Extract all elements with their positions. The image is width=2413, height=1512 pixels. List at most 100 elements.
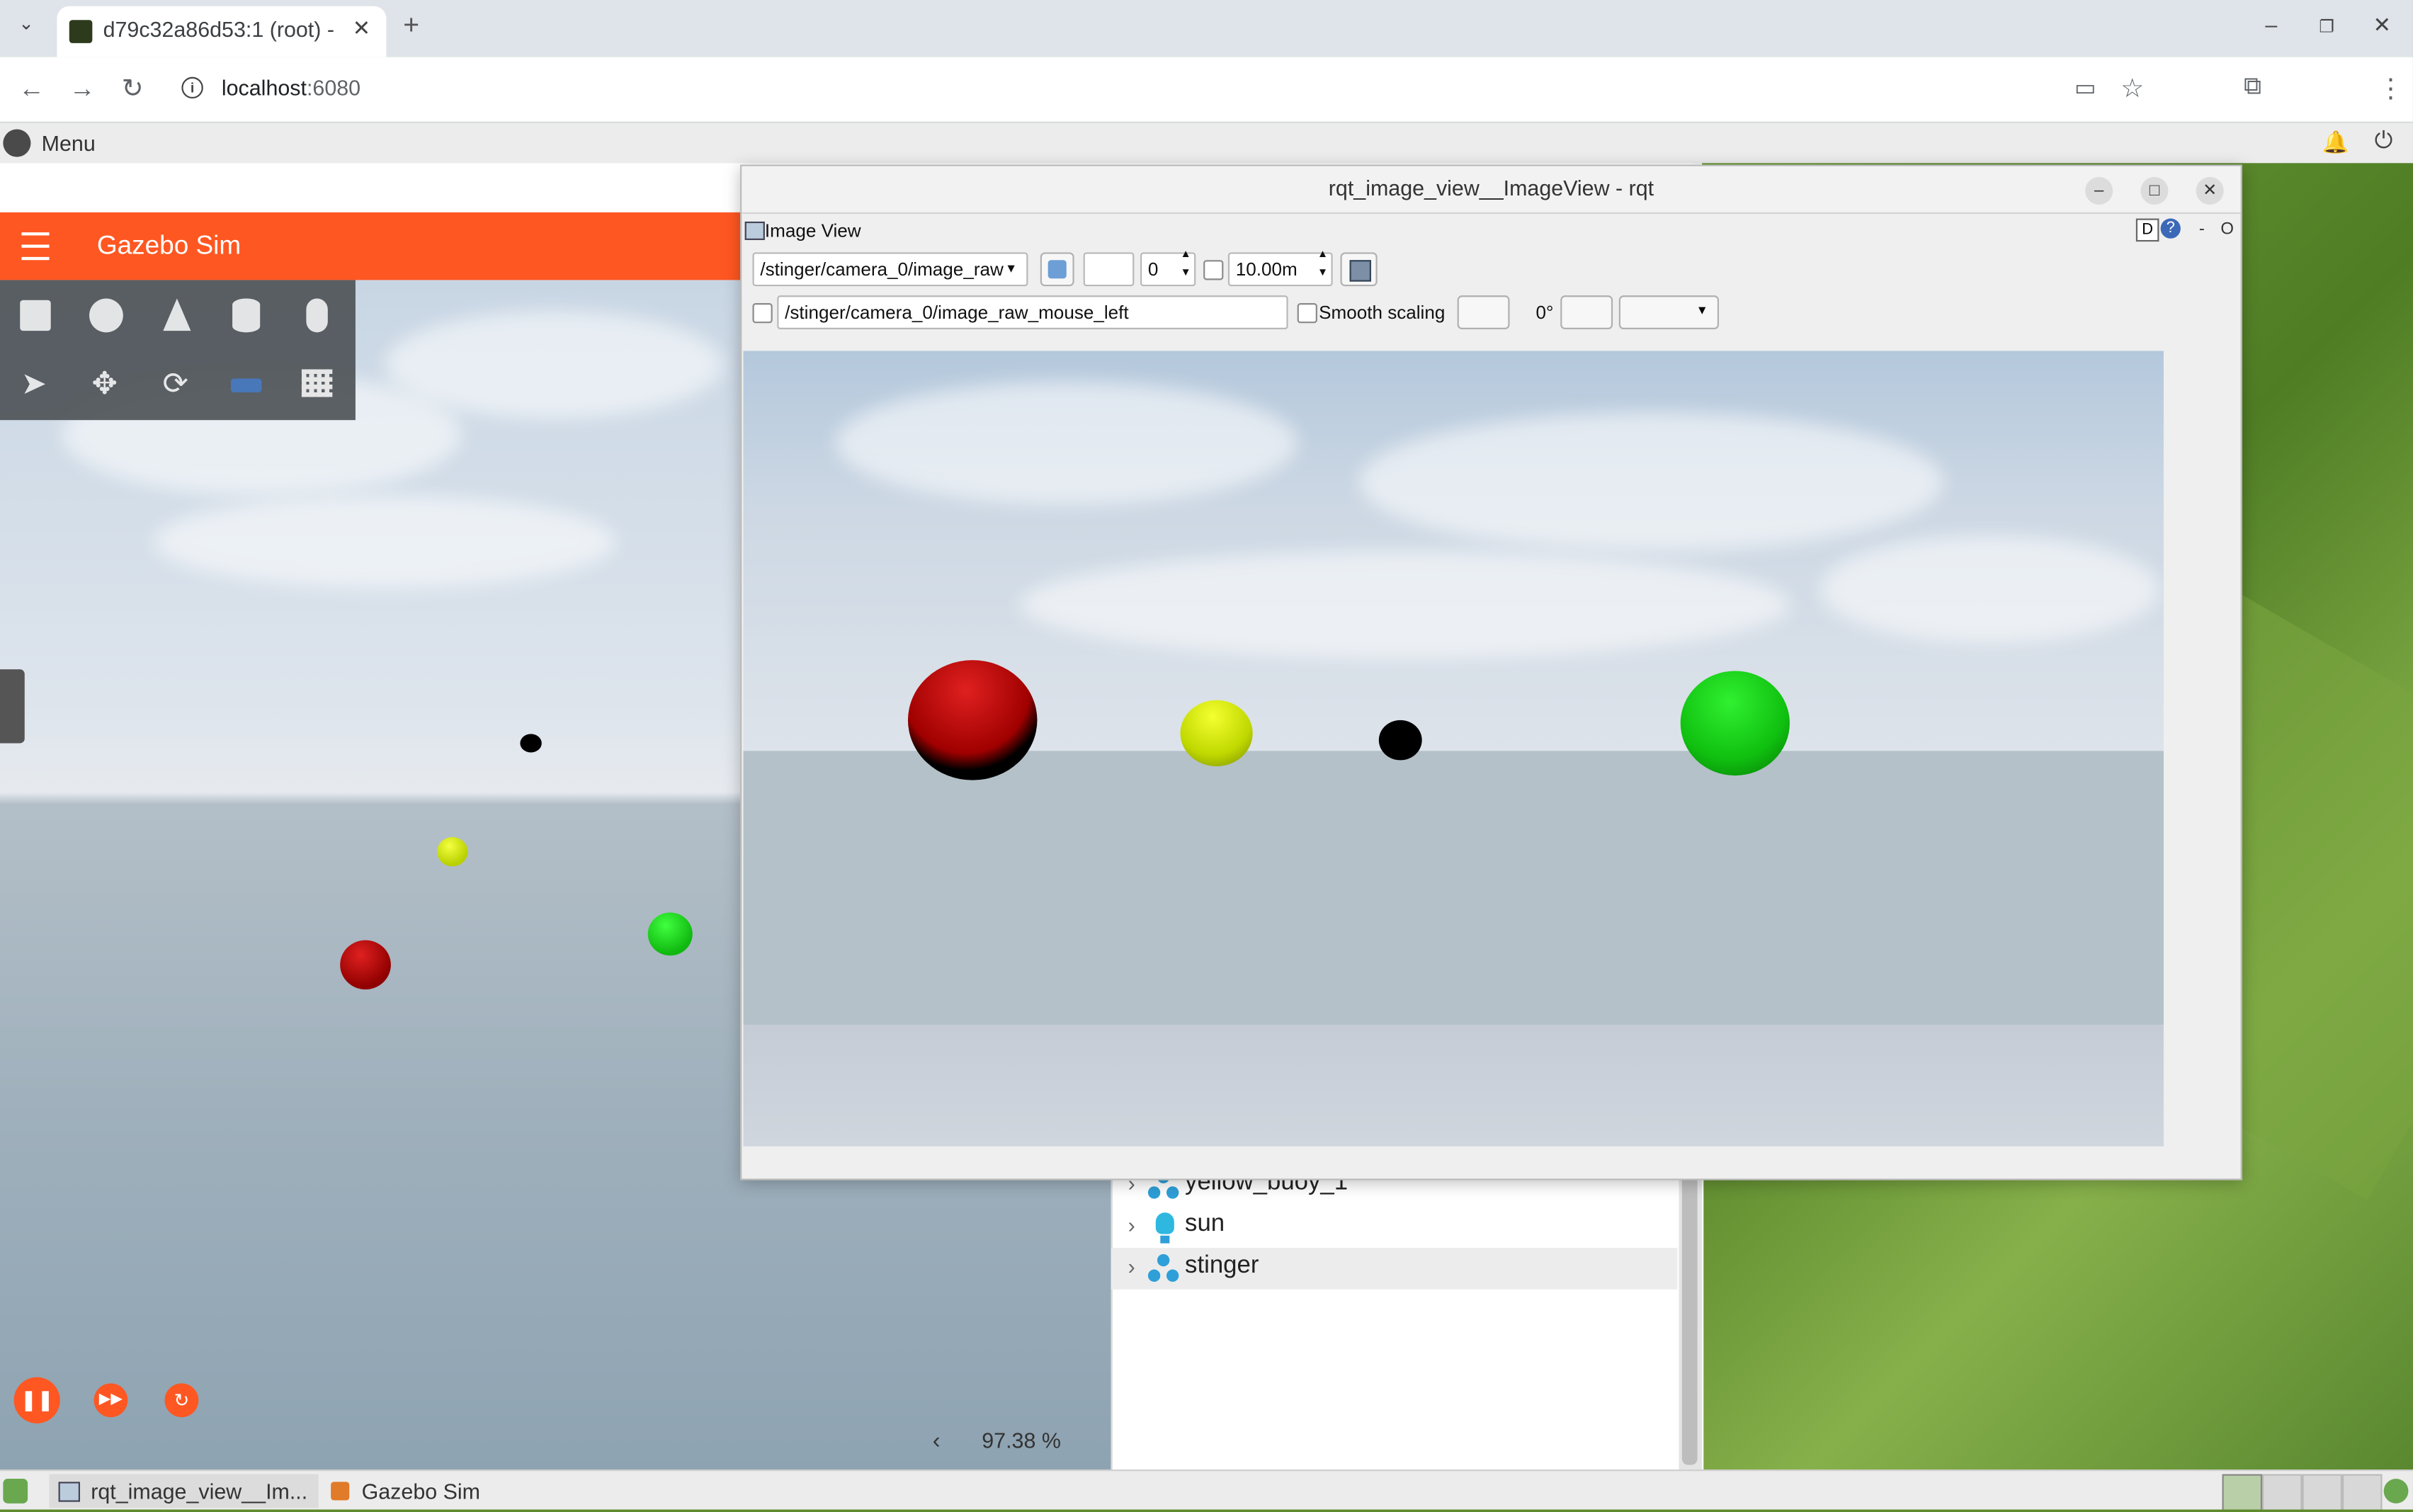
translate-icon[interactable]: ✥: [86, 366, 123, 403]
tab-list-dropdown-icon[interactable]: ⌄: [18, 12, 34, 33]
start-menu-icon[interactable]: [3, 1479, 28, 1504]
menu-logo-icon[interactable]: [3, 129, 31, 157]
reset-button[interactable]: ↻: [164, 1383, 199, 1418]
cloud: [1020, 550, 1790, 659]
cylinder-shape-icon[interactable]: [232, 298, 261, 333]
value-spinbox[interactable]: 0 ▲ ▼: [1140, 249, 1196, 287]
smooth-scaling-label: Smooth scaling: [1319, 301, 1446, 324]
color-scheme-select[interactable]: ▼: [1618, 295, 1720, 329]
dock-title: Image View: [764, 220, 861, 242]
dynamic-range-checkbox[interactable]: [1203, 260, 1224, 280]
topic-select[interactable]: /stinger/camera_0/image_raw ▼: [752, 252, 1028, 287]
rqt-titlebar[interactable]: rqt_image_view__ImageView - rqt – □ ✕: [742, 166, 2241, 215]
dock-o[interactable]: O: [2220, 220, 2234, 239]
reload-icon[interactable]: ↻: [122, 74, 144, 104]
box-shape-icon[interactable]: [20, 300, 51, 331]
model-icon: [1147, 1254, 1182, 1285]
taskbar-item-rqt[interactable]: rqt_image_view__Im...: [49, 1474, 319, 1508]
yellow-buoy: [437, 837, 468, 867]
spin-value: 0: [1147, 258, 1159, 280]
new-tab-icon[interactable]: +: [403, 9, 419, 42]
extensions-icon[interactable]: ⧉: [2244, 74, 2261, 101]
green-buoy: [647, 912, 693, 956]
rotate-icon[interactable]: ⟳: [157, 366, 194, 403]
mouse-topic-input[interactable]: /stinger/camera_0/image_raw_mouse_left: [777, 295, 1288, 329]
capsule-shape-icon[interactable]: [306, 298, 328, 333]
expand-chevron-icon[interactable]: ›: [1128, 1212, 1135, 1237]
help-icon[interactable]: ?: [2160, 218, 2181, 239]
desktop-top-panel: Menu 🔔 ⏻: [0, 123, 2413, 165]
workspace-4[interactable]: [2342, 1474, 2383, 1510]
restore-icon[interactable]: ❐: [2319, 17, 2334, 37]
tree-row[interactable]: › sun: [1111, 1206, 1678, 1248]
trash-icon[interactable]: [2383, 1479, 2409, 1504]
pause-button[interactable]: ❚❚: [13, 1377, 60, 1423]
dock-dash[interactable]: -: [2199, 220, 2205, 239]
publish-click-checkbox[interactable]: [752, 303, 773, 324]
bookmark-star-icon[interactable]: ☆: [2120, 74, 2144, 104]
rqt-minimize-icon[interactable]: –: [2085, 176, 2113, 205]
sphere-shape-icon[interactable]: [89, 298, 123, 333]
select-arrow-icon[interactable]: ➤: [16, 366, 52, 403]
vnc-favicon-icon: [69, 20, 93, 43]
save-image-button[interactable]: [1340, 252, 1378, 287]
spin-down-icon[interactable]: ▼: [1317, 266, 1328, 282]
workspace-2[interactable]: [2262, 1474, 2303, 1510]
clipboard-icon[interactable]: ▭: [2074, 74, 2096, 101]
taskbar-label: Gazebo Sim: [361, 1479, 481, 1504]
tab-close-icon[interactable]: ✕: [353, 16, 370, 42]
grid-icon[interactable]: [301, 369, 333, 397]
workspace-3[interactable]: [2302, 1474, 2343, 1510]
camera-image-view[interactable]: [743, 351, 2164, 1147]
refresh-topics-button[interactable]: [1040, 252, 1074, 287]
cone-shape-icon[interactable]: [163, 298, 191, 331]
cloud: [835, 381, 1298, 505]
rqt-window: rqt_image_view__ImageView - rqt – □ ✕ Im…: [740, 164, 2242, 1181]
step-button[interactable]: ▶▶: [93, 1383, 128, 1418]
screen: ⌄ d79c32a86d53:1 (root) - ✕ + – ❐ ✕ ← → …: [0, 0, 2413, 1510]
close-icon[interactable]: ✕: [2373, 12, 2390, 38]
back-icon[interactable]: ←: [18, 74, 45, 104]
distance-value: 10.00m: [1235, 258, 1298, 280]
rotate-left-button[interactable]: [1457, 295, 1510, 329]
taskbar-item-gazebo[interactable]: Gazebo Sim: [323, 1474, 508, 1508]
rotate-right-button[interactable]: [1560, 295, 1613, 329]
menu-label[interactable]: Menu: [42, 131, 96, 156]
power-icon[interactable]: ⏻: [2375, 127, 2393, 154]
workspace-1[interactable]: [2222, 1474, 2263, 1510]
smooth-scaling-checkbox[interactable]: [1297, 303, 1317, 324]
browser-menu-icon[interactable]: ⋮: [2378, 74, 2404, 104]
hamburger-menu-icon[interactable]: [21, 232, 50, 261]
yellow-buoy: [1180, 700, 1253, 767]
browser-tab[interactable]: d79c32a86d53:1 (root) - ✕: [57, 6, 387, 57]
scrollbar-thumb[interactable]: [1681, 1172, 1698, 1465]
real-time-factor: 97.38 %: [982, 1428, 1061, 1453]
rqt-maximize-icon[interactable]: □: [2140, 176, 2169, 205]
red-buoy: [340, 940, 391, 990]
spin-down-icon[interactable]: ▼: [1181, 266, 1191, 282]
entity-name: stinger: [1185, 1252, 1259, 1279]
notification-icon[interactable]: 🔔: [2322, 130, 2349, 156]
black-buoy: [1378, 720, 1422, 761]
tab-title: d79c32a86d53:1 (root) -: [103, 16, 334, 42]
transform-control-icon[interactable]: [230, 378, 262, 393]
forward-icon[interactable]: →: [69, 74, 96, 104]
side-panel-handle[interactable]: [0, 669, 25, 744]
entity-name: sun: [1185, 1210, 1225, 1237]
shapes-toolbar: ➤ ✥ ⟳: [0, 280, 356, 421]
distance-spinbox[interactable]: 10.00m ▲ ▼: [1227, 249, 1333, 287]
spin-up-icon[interactable]: ▲: [1181, 248, 1191, 263]
spin-up-icon[interactable]: ▲: [1317, 248, 1328, 263]
site-info-icon[interactable]: i: [181, 76, 203, 99]
desktop-taskbar: rqt_image_view__Im... Gazebo Sim: [0, 1470, 2413, 1510]
collapse-arrow-icon[interactable]: ‹: [933, 1428, 941, 1454]
minimize-icon[interactable]: –: [2265, 12, 2277, 37]
expand-chevron-icon[interactable]: ›: [1128, 1254, 1135, 1279]
url-field[interactable]: localhost:6080: [222, 75, 360, 100]
rqt-close-icon[interactable]: ✕: [2196, 176, 2224, 205]
dock-d-button[interactable]: D: [2135, 218, 2159, 242]
blank-spinbox[interactable]: [1083, 252, 1135, 287]
save-icon: [1349, 260, 1371, 282]
cloud: [1358, 412, 1944, 551]
tree-row-selected[interactable]: › stinger: [1111, 1248, 1678, 1290]
